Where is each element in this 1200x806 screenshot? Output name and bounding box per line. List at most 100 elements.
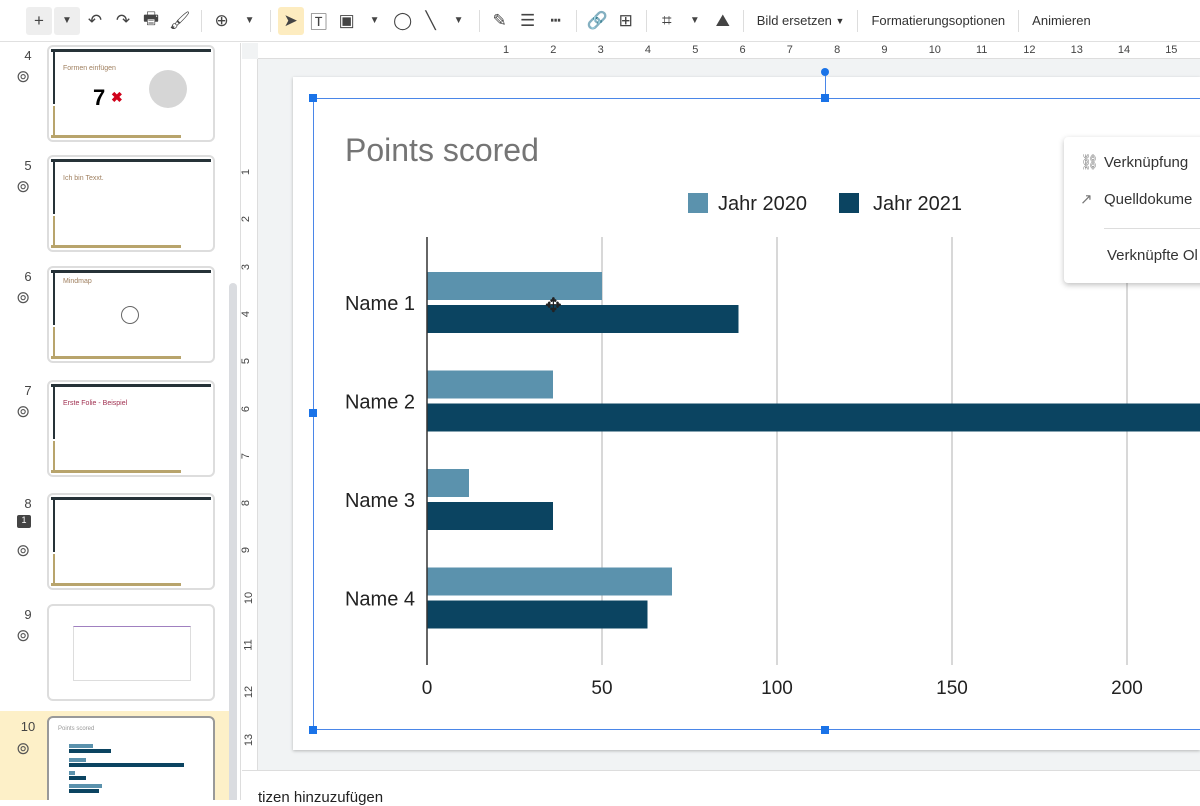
shape-icon[interactable]: ◯ [390,7,416,35]
horizontal-ruler[interactable]: 1 2 3 4 5 6 7 8 9 10 11 12 13 14 15 [258,43,1200,59]
new-slide-button[interactable]: + [26,6,52,35]
slide-number: 7 [24,383,32,398]
zoom-dropdown-icon[interactable]: ▼ [237,7,263,35]
ruler-tick-label: 14 [1117,44,1131,56]
unlink-menu-item[interactable]: ⛓ Verknüpfung [1080,153,1188,171]
menu-label: Verknüpfte Ol [1107,247,1198,264]
resize-handle[interactable] [821,94,829,102]
crop-icon[interactable]: ⌗ [654,7,680,35]
divider [269,9,271,32]
ruler-tick-label: 3 [597,44,604,56]
thumbnail[interactable]: Erste Folie - Beispiel [47,380,215,477]
reset-image-icon[interactable]: ⛰ [710,7,736,35]
ruler-tick-label: 7 [786,44,793,56]
slide-number: 6 [24,269,32,284]
line-dropdown-icon[interactable]: ▼ [446,7,472,35]
crop-dropdown-icon[interactable]: ▼ [682,7,708,35]
resize-handle[interactable] [309,726,317,734]
ruler-tick-label: 8 [240,500,253,507]
slide-filmstrip: 4 ⊚ Formen einfügen 7 ✖ 5 ⊚ Ich bin Texx… [0,43,241,800]
divider [575,9,577,32]
menu-divider [1104,228,1200,229]
thumb-number: 7 [93,85,106,110]
linked-object-icon: ⊚ [16,739,31,758]
linked-chart-menu: ⛓ Verknüpfung ↗ Quelldokume Verknüpfte Ol [1064,137,1200,283]
thumbnail[interactable]: Ich bin Texxt. [47,155,215,252]
ruler-tick-label: 9 [240,547,253,554]
ruler-tick-label: 1 [503,44,510,56]
ruler-tick-label: 4 [240,310,253,317]
ruler-tick-label: 12 [1023,44,1036,56]
ruler-tick-label: 3 [240,263,253,270]
ruler-tick-label: 12 [243,686,256,699]
ruler-tick-label: 7 [240,452,253,459]
linked-object-icon: ⊚ [16,67,31,86]
slide-thumbnail-6[interactable]: 6 ⊚ Mindmap [0,266,230,366]
thumb-title: Mindmap [63,278,92,285]
slide-thumbnail-9[interactable]: 9 ⊚ [0,604,230,704]
slide-number: 9 [24,607,32,622]
thumbnail[interactable]: Formen einfügen 7 ✖ [47,45,215,142]
thumbnail[interactable]: Mindmap [47,266,215,363]
redo-icon[interactable]: ↷ [110,7,136,35]
move-cursor-icon: ✥ [545,295,562,317]
ruler-tick-label: 2 [240,216,253,223]
undo-icon[interactable]: ↶ [82,7,108,35]
resize-handle[interactable] [821,726,829,734]
format-options-button[interactable]: Formatierungsoptionen [865,7,1011,35]
paint-format-icon[interactable]: 🖌 [166,7,194,35]
ruler-tick-label: 5 [692,44,699,56]
slide-thumbnail-8[interactable]: 8 1 ⊚ [0,493,230,593]
replace-image-label: Bild ersetzen [756,13,832,28]
slide-number: 10 [20,719,36,734]
thumbnail[interactable] [47,493,215,590]
animate-button[interactable]: Animieren [1026,7,1097,35]
notes-placeholder: tizen hinzuzufügen [258,789,384,806]
line-dash-icon[interactable]: ┅ [543,7,569,35]
link-icon[interactable]: 🔗 [584,7,611,35]
linked-objects-menu-item[interactable]: Verknüpfte Ol [1107,247,1198,264]
ruler-tick-label: 10 [928,44,941,56]
linked-object-icon: ⊚ [16,177,31,196]
textbox-icon[interactable]: 🅃 [306,7,332,35]
open-source-menu-item[interactable]: ↗ Quelldokume [1080,190,1192,208]
filmstrip-scrollbar[interactable] [229,283,237,800]
resize-handle[interactable] [309,409,317,417]
line-weight-icon[interactable]: ☰ [515,7,541,35]
ruler-tick-label: 15 [1165,44,1178,56]
slide-number: 5 [24,158,32,173]
slide-thumbnail-5[interactable]: 5 ⊚ Ich bin Texxt. [0,155,230,255]
thumbnail[interactable]: Points scored [47,716,215,800]
image-icon[interactable]: ▣ [334,7,360,35]
image-dropdown-icon[interactable]: ▼ [362,7,388,35]
replace-image-button[interactable]: Bild ersetzen ▼ [751,7,851,35]
menu-label: Verknüpfung [1104,154,1189,171]
thumbnail[interactable] [47,604,215,701]
pen-icon[interactable]: ✎ [487,7,513,35]
menu-label: Quelldokume [1104,191,1193,208]
slide-thumbnail-10[interactable]: 10 ⊚ Points scored [0,711,230,800]
mindmap-node [121,306,139,324]
divider [857,9,859,32]
open-external-icon: ↗ [1080,191,1093,208]
ruler-tick-label: 13 [243,733,256,746]
vertical-ruler[interactable]: 1234567891011121314 [240,59,258,793]
thumb-title: Points scored [58,726,95,732]
resize-handle[interactable] [309,94,317,102]
linked-object-icon: ⊚ [16,402,31,421]
print-icon[interactable]: 🖶 [138,7,164,35]
badge-shape [149,70,187,108]
divider [645,9,647,32]
slide-thumbnail-4[interactable]: 4 ⊚ Formen einfügen 7 ✖ [0,45,230,145]
divider [1018,9,1020,32]
zoom-icon[interactable]: ⊕ [209,7,235,35]
ruler-tick-label: 11 [976,44,988,56]
new-slide-dropdown-icon[interactable]: ▼ [54,6,80,35]
line-icon[interactable]: ╲ [418,7,444,35]
rotate-handle[interactable] [821,68,829,76]
speaker-notes[interactable]: tizen hinzuzufügen [242,770,1200,806]
thumb-title: Formen einfügen [63,65,116,72]
comment-icon[interactable]: ⊞ [613,7,639,35]
slide-thumbnail-7[interactable]: 7 ⊚ Erste Folie - Beispiel [0,380,230,480]
select-icon[interactable]: ➤ [277,6,304,35]
